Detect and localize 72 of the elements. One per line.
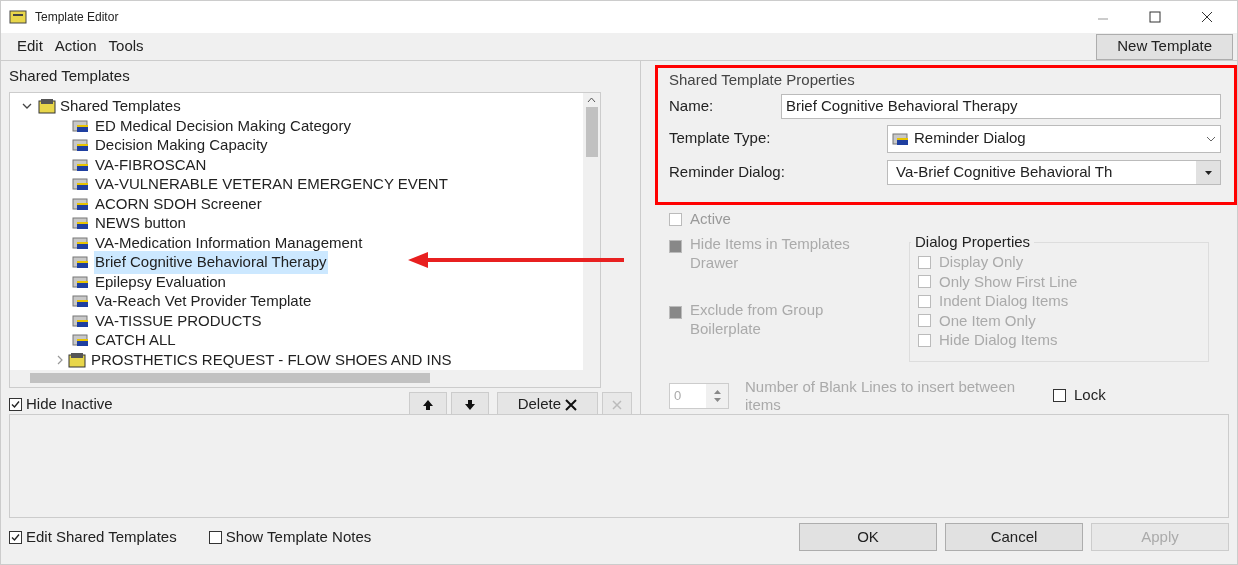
scrollbar-thumb[interactable] xyxy=(585,106,598,157)
checkbox-label: Hide Items in Templates Drawer xyxy=(690,233,851,272)
caret-icon xyxy=(1204,170,1212,175)
template-icon xyxy=(72,294,90,309)
app-icon xyxy=(9,10,27,24)
folder-icon xyxy=(38,98,56,115)
template-icon xyxy=(72,157,90,172)
checkbox-label: Display Only xyxy=(939,252,1024,272)
checkbox[interactable] xyxy=(9,398,22,411)
checkbox-label: Exclude from Group Boilerplate xyxy=(690,299,825,338)
checkbox[interactable] xyxy=(1053,389,1066,402)
menu-item[interactable]: Action xyxy=(54,35,97,58)
checkbox-label: Show Template Notes xyxy=(225,526,372,547)
checkbox-label: Indent Dialog Items xyxy=(939,291,1069,311)
template-icon xyxy=(72,313,90,328)
group-title: Shared Template Properties xyxy=(668,70,856,90)
spin-up-icon[interactable] xyxy=(713,389,721,394)
folder-icon xyxy=(68,351,86,368)
checkbox-label: Hide Inactive xyxy=(26,394,113,415)
maximize-icon[interactable] xyxy=(1149,11,1161,23)
template-icon xyxy=(72,274,90,289)
reminder-dialog-dropdown[interactable]: Va-Brief Cognitive Behavioral Th xyxy=(887,160,1221,185)
vertical-scrollbar[interactable] xyxy=(583,92,600,370)
checkbox[interactable] xyxy=(918,275,931,289)
name-field[interactable]: Brief Cognitive Behavioral Therapy xyxy=(781,94,1221,119)
window-title: Template Editor xyxy=(35,9,120,26)
checkbox-label: Lock xyxy=(1074,385,1106,406)
checkbox-label: Edit Shared Templates xyxy=(26,526,177,547)
checkbox[interactable] xyxy=(208,530,222,544)
menu-item[interactable]: Edit xyxy=(17,35,43,58)
checkbox[interactable] xyxy=(918,333,931,347)
checkbox-label: Hide Dialog Items xyxy=(939,330,1058,350)
template-icon xyxy=(72,333,90,348)
menu-item[interactable]: Tools xyxy=(108,35,144,58)
template-icon xyxy=(72,177,90,192)
dialog-button[interactable]: Cancel xyxy=(945,523,1083,551)
checkbox-label: Active xyxy=(690,209,731,230)
checkbox-label: One Item Only xyxy=(939,310,1036,331)
template-icon xyxy=(72,138,90,153)
close-icon[interactable] xyxy=(1201,11,1213,23)
checkbox[interactable] xyxy=(9,530,22,544)
checkbox-label: Only Show First Line xyxy=(939,271,1078,292)
field-label: Template Type: xyxy=(669,128,772,149)
dropdown-caret-button[interactable] xyxy=(1196,161,1220,184)
spinner-label: Number of Blank Lines to insert between items xyxy=(745,377,1017,414)
field-label: Reminder Dialog: xyxy=(669,162,786,183)
checkbox[interactable] xyxy=(918,294,931,308)
field-label: Name: xyxy=(669,96,715,117)
template-icon xyxy=(892,131,910,146)
close-icon xyxy=(612,399,622,410)
template-icon xyxy=(72,255,90,270)
template-icon xyxy=(72,216,90,231)
spin-down-icon[interactable] xyxy=(713,397,721,402)
template-icon xyxy=(72,235,90,250)
scroll-up-icon[interactable] xyxy=(587,96,596,103)
new-template-button[interactable]: New Template xyxy=(1096,33,1233,60)
up-arrow-icon xyxy=(421,398,434,411)
expand-caret-icon[interactable] xyxy=(56,354,64,365)
dialog-button[interactable]: OK xyxy=(799,523,937,551)
horizontal-scrollbar[interactable] xyxy=(10,369,600,387)
pane-title: Shared Templates xyxy=(8,66,131,86)
template-icon xyxy=(72,118,90,133)
scrollbar-thumb[interactable] xyxy=(30,373,430,383)
checkbox[interactable] xyxy=(669,213,682,226)
checkbox[interactable] xyxy=(918,255,931,269)
template-icon xyxy=(72,196,90,211)
down-arrow-icon xyxy=(463,398,476,411)
chevron-down-icon xyxy=(1206,135,1216,142)
checkbox[interactable] xyxy=(918,314,931,328)
tree-item[interactable]: Brief Cognitive Behavioral Therapy xyxy=(94,251,328,274)
close-icon xyxy=(565,398,577,411)
template-type-dropdown[interactable]: Reminder Dialog xyxy=(887,124,1221,153)
